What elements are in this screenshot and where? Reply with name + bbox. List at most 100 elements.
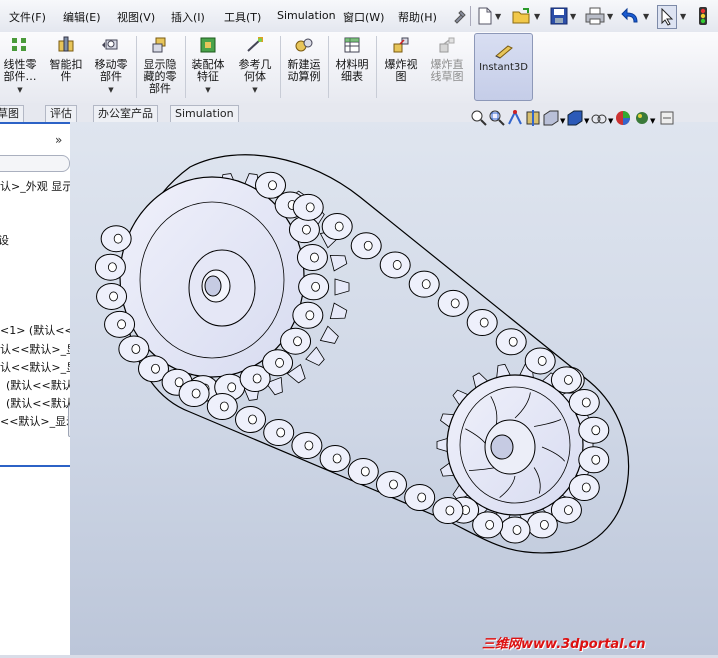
chevron-down-icon[interactable]: ▼ (495, 12, 501, 21)
move-component-icon (102, 39, 118, 50)
menu-bar: 文件(F) 编辑(E) 视图(V) 插入(I) 工具(T) Simulation… (0, 0, 718, 33)
chain-link (104, 310, 136, 338)
small-sprocket-bore (490, 434, 514, 460)
show-hidden-icon (152, 37, 166, 53)
view-settings-icon[interactable] (658, 109, 676, 127)
menu-file[interactable]: 文件(F) (9, 9, 46, 25)
chain-link (235, 406, 266, 433)
assembly-features-button[interactable]: 装配体 特征 ▼ (186, 36, 230, 96)
chain-drive-model[interactable] (70, 122, 718, 655)
tree-filter-input[interactable] (0, 155, 70, 172)
traffic-light-icon (699, 7, 707, 25)
linear-pattern-label-2: 部件… (3, 70, 37, 83)
show-hidden-components-button[interactable]: 显示隐 藏的零 部件 (137, 36, 183, 95)
select-dropdown[interactable]: ▼ (680, 5, 686, 27)
smart-fastener-button[interactable]: 智能扣 件 (44, 36, 88, 83)
chain-link (262, 349, 294, 377)
pin-button[interactable] (451, 5, 469, 27)
tree-row[interactable]: (默认<<默认 (6, 377, 70, 393)
rebuild-button[interactable] (697, 5, 709, 27)
tree-row[interactable]: 认<<默认>_显 (0, 341, 70, 357)
new-motion-study-button[interactable]: 新建运 动算例 (282, 36, 326, 83)
chain-link (495, 328, 527, 356)
toolbar-divider (470, 6, 471, 26)
previous-view-icon[interactable] (506, 109, 524, 127)
reference-geometry-icon (247, 37, 263, 52)
cursor-arrow-icon (661, 8, 674, 26)
tree-row[interactable]: 认<<默认>_显 (0, 359, 70, 375)
menu-tools[interactable]: 工具(T) (224, 9, 261, 25)
exploded-view-button[interactable]: 爆炸视 图 (378, 36, 424, 83)
tab-evaluate[interactable]: 评估 (45, 105, 77, 122)
smart-fastener-label-2: 件 (60, 70, 72, 83)
chevron-down-icon[interactable]: ▼ (232, 84, 278, 96)
tree-row[interactable]: (默认<<默认 (6, 395, 70, 411)
chevron-down-icon[interactable]: ▼ (570, 12, 576, 21)
chain-link (408, 270, 440, 298)
move-component-label-2: 部件 (100, 70, 122, 83)
linear-pattern-button[interactable]: 线性零 部件… ▼ (0, 36, 42, 96)
view-orientation-icon[interactable]: ▼ (542, 109, 566, 127)
graphics-viewport[interactable] (70, 122, 718, 655)
apply-scene-icon[interactable]: ▼ (634, 109, 658, 127)
chain-link (499, 516, 531, 544)
select-button[interactable] (657, 5, 677, 29)
bom-icon (344, 37, 360, 53)
new-document-button[interactable]: ▼ (477, 5, 501, 27)
chain-link (298, 273, 330, 301)
ribbon-divider (280, 36, 281, 98)
undo-icon (621, 7, 638, 23)
expand-panel-icon[interactable]: » (55, 133, 62, 147)
zoom-to-fit-icon[interactable] (470, 109, 488, 127)
tree-row[interactable]: <1> (默认<<默 (0, 322, 70, 338)
menu-view[interactable]: 视图(V) (117, 9, 155, 25)
menu-help[interactable]: 帮助(H) (398, 9, 437, 25)
tab-office-products[interactable]: 办公室产品 (93, 105, 158, 122)
save-button[interactable]: ▼ (550, 5, 576, 27)
save-icon (550, 7, 568, 25)
motion-study-label-2: 动算例 (287, 70, 321, 83)
chevron-down-icon[interactable]: ▼ (186, 84, 230, 96)
print-button[interactable]: ▼ (585, 5, 613, 27)
chevron-down-icon[interactable]: ▼ (0, 84, 42, 96)
chevron-down-icon[interactable]: ▼ (680, 12, 686, 21)
chevron-down-icon[interactable]: ▼ (607, 12, 613, 21)
assembly-feature-icon (200, 37, 216, 53)
chevron-down-icon[interactable]: ▼ (534, 12, 540, 21)
edit-appearance-icon[interactable] (614, 109, 634, 127)
display-style-icon[interactable]: ▼ (566, 109, 590, 127)
menu-edit[interactable]: 编辑(E) (63, 9, 101, 25)
panel-top-border (0, 122, 70, 124)
reference-geometry-button[interactable]: 参考几 何体 ▼ (232, 36, 278, 96)
printer-icon (585, 7, 605, 25)
menu-window[interactable]: 窗口(W) (343, 9, 384, 25)
chevron-down-icon[interactable]: ▼ (89, 84, 133, 96)
chain-link (379, 251, 411, 279)
chain-link (526, 511, 558, 539)
tab-sketch[interactable]: 草图 (0, 105, 24, 122)
chain-link (96, 282, 128, 310)
zoom-to-area-icon[interactable] (488, 109, 506, 127)
tab-simulation[interactable]: Simulation (170, 105, 239, 122)
hide-show-items-icon[interactable]: ▼ (590, 109, 614, 127)
instant3d-icon (495, 45, 513, 59)
undo-button[interactable]: ▼ (621, 5, 649, 27)
chain-link (100, 225, 132, 253)
chain-link (280, 327, 312, 355)
chain-link (432, 497, 464, 524)
tree-row[interactable]: <<默认>_显示 (0, 413, 70, 429)
chain-link (206, 393, 238, 420)
tree-row[interactable]: 设 (0, 232, 9, 248)
tree-row[interactable]: 认>_外观 显示 (0, 178, 70, 194)
explode-line-sketch-button[interactable]: 爆炸直 线草图 (424, 36, 470, 83)
chevron-down-icon[interactable]: ▼ (643, 12, 649, 21)
move-component-button[interactable]: 移动零 部件 ▼ (89, 36, 133, 96)
bill-of-materials-button[interactable]: 材料明 细表 (330, 36, 374, 83)
chain-link (255, 171, 287, 199)
menu-insert[interactable]: 插入(I) (171, 9, 205, 25)
instant3d-button[interactable]: Instant3D (474, 33, 533, 101)
section-view-icon[interactable] (524, 109, 542, 127)
open-button[interactable]: ▼ (512, 5, 540, 27)
menu-simulation[interactable]: Simulation (277, 9, 336, 22)
heads-up-view-toolbar: ▼ ▼ ▼ ▼ (470, 108, 676, 128)
